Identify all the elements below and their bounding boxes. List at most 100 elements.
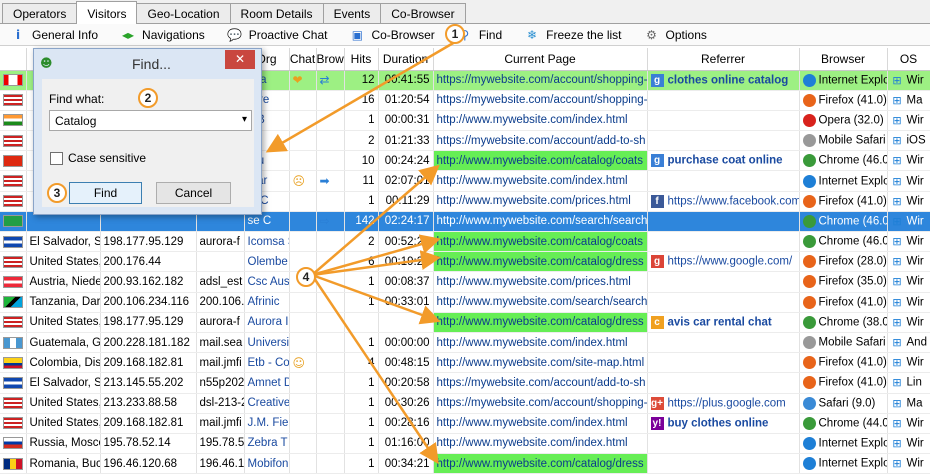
browser-text: Firefox (28.0) xyxy=(818,255,887,268)
browser-icon xyxy=(802,93,816,107)
hits-cell: 11 xyxy=(344,170,379,192)
snowflake-icon: ❄ xyxy=(527,27,538,42)
os-text: Wir xyxy=(906,74,924,87)
tab-operators[interactable]: Operators xyxy=(2,3,78,23)
referrer-icon: g+ xyxy=(650,396,664,410)
proactive-chat-button[interactable]: 💬 Proactive Chat xyxy=(217,24,340,46)
column-header-chat[interactable]: Chat xyxy=(289,48,317,71)
tab-visitors[interactable]: Visitors xyxy=(76,1,138,24)
duration-cell: 02:24:17 xyxy=(378,211,434,233)
referrer-icon: c xyxy=(650,315,664,329)
table-row[interactable]: El Salvador, Sa213.145.55.202n55p202Amne… xyxy=(0,372,930,394)
referrer-text[interactable]: https://plus.google.com xyxy=(668,397,786,409)
os-cell: ⊞ Wir xyxy=(887,271,930,293)
column-header-referrer[interactable]: Referrer xyxy=(647,48,800,71)
location-cell: United States, xyxy=(26,393,101,414)
table-row[interactable]: United States, 198.177.95.129 aurora-f Auro… xyxy=(0,312,930,333)
table-row[interactable]: Colombia, Dist 209.168.182.81 mail.jmfi Etb… xyxy=(0,352,930,374)
tab-bar: Operators Visitors Geo-Location Room Detail… xyxy=(0,0,930,24)
table-row[interactable]: Tanzania, Dar200.106.234.116200.106.234A… xyxy=(0,292,930,313)
browsing-icon xyxy=(316,332,345,354)
referrer-text[interactable]: https://www.facebook.com xyxy=(668,195,799,207)
column-header-hits[interactable]: Hits xyxy=(344,48,379,71)
freeze-the-list-button[interactable]: ❄ Freeze the list xyxy=(514,24,633,46)
column-header-duration[interactable]: Duration xyxy=(378,48,434,71)
duration-cell: 00:30:26 xyxy=(378,393,434,414)
browser-icon xyxy=(802,336,816,350)
column-header-flag[interactable] xyxy=(0,48,27,71)
browsing-icon xyxy=(316,453,345,474)
options-button[interactable]: ⚙ Options xyxy=(634,24,719,46)
browser-cell: Safari (9.0) xyxy=(799,393,888,414)
browser-icon xyxy=(802,235,816,249)
chevron-down-icon[interactable]: ▾ xyxy=(242,114,247,125)
os-icon: ⊞ xyxy=(892,416,902,430)
country-flag-icon xyxy=(3,94,23,107)
navigations-button[interactable]: ◂▸ Navigations xyxy=(110,24,217,46)
referrer-cell xyxy=(647,211,800,233)
tab-co-browser[interactable]: Co-Browser xyxy=(380,3,466,23)
duration-cell: 00:34:21 xyxy=(378,453,434,474)
table-row[interactable]: Romania, Bucu196.46.120.68196.46.1Mobifo… xyxy=(0,453,930,474)
table-row[interactable]: United States, 209.168.182.81 mail.jmfi J.M… xyxy=(0,413,930,434)
current-page-cell: http://www.mywebsite.com/index.html xyxy=(433,332,648,354)
find-what-combobox[interactable]: Catalog ▾ xyxy=(49,110,252,131)
general-info-button[interactable]: i General Info xyxy=(0,24,110,46)
os-icon: ⊞ xyxy=(892,255,902,269)
current-page-cell: http://www.mywebsite.com/catalog/dress xyxy=(433,312,648,333)
column-header-current-page[interactable]: Current Page xyxy=(433,48,648,71)
browser-cell: Chrome (38.0 xyxy=(799,312,888,333)
co-browser-button[interactable]: ▣ Co-Browser xyxy=(339,24,446,46)
referrer-text[interactable]: avis car rental chat xyxy=(668,316,772,328)
find-what-value: Catalog xyxy=(55,114,97,128)
referrer-text[interactable]: https://www.google.com/ xyxy=(668,256,793,268)
os-text: Wir xyxy=(906,175,924,188)
table-row[interactable]: United States, 200.176.44 Olembe 6 00:19:27 h… xyxy=(0,251,930,273)
referrer-text[interactable]: clothes online catalog xyxy=(668,74,789,86)
host-cell: aurora-f xyxy=(196,312,245,333)
tab-geo-location[interactable]: Geo-Location xyxy=(136,3,231,23)
tab-room-details[interactable]: Room Details xyxy=(229,3,324,23)
browser-icon xyxy=(802,214,816,228)
column-header-os[interactable]: OS xyxy=(887,48,930,71)
browser-cell: Mobile Safari xyxy=(799,332,888,354)
hits-cell: 1 xyxy=(344,271,379,293)
os-text: Wir xyxy=(906,114,924,127)
os-cell: ⊞ Wir xyxy=(887,231,930,253)
ip-cell: 209.168.182.81 xyxy=(100,352,197,374)
table-row[interactable]: Guatemala, Gu 200.228.181.182 mail.sea Univ… xyxy=(0,332,930,354)
current-page-cell: https://mywebsite.com/account/add-to-sh xyxy=(433,372,648,394)
host-cell xyxy=(196,251,245,273)
hits-cell: 2 xyxy=(344,130,379,152)
browsing-icon: ➡ xyxy=(316,170,345,192)
case-sensitive-checkbox[interactable] xyxy=(50,152,63,165)
browser-icon xyxy=(802,416,816,430)
ip-cell: 200.106.234.116 xyxy=(100,292,197,313)
browsing-icon xyxy=(316,292,345,313)
table-row[interactable]: United States, 213.233.88.58 dsl-213-2 Crea… xyxy=(0,393,930,414)
cancel-button[interactable]: Cancel xyxy=(156,182,231,204)
dialog-titlebar[interactable]: ☻ Find... ✕ xyxy=(34,49,261,77)
find-button[interactable]: Find xyxy=(69,182,142,204)
chat-icon xyxy=(289,110,317,132)
chat-icon: ❤ xyxy=(289,70,317,91)
table-row[interactable]: El Salvador, Sa198.177.95.129aurora-fIco… xyxy=(0,231,930,253)
table-row[interactable]: Russia, Mosco 195.78.52.14 195.78.5 Zebra T… xyxy=(0,433,930,455)
referrer-text[interactable]: buy clothes online xyxy=(668,417,769,429)
chat-icon xyxy=(289,312,317,333)
duration-cell: 00:28:16 xyxy=(378,413,434,434)
country-flag-icon xyxy=(3,296,23,309)
host-cell: mail.sea xyxy=(196,332,245,354)
tab-events[interactable]: Events xyxy=(322,3,382,23)
close-icon[interactable]: ✕ xyxy=(225,50,255,69)
browser-text: Chrome (46.0 xyxy=(818,235,887,248)
case-sensitive-label[interactable]: Case sensitive xyxy=(68,151,146,165)
column-header-brow[interactable]: Brow xyxy=(316,48,345,71)
referrer-text[interactable]: purchase coat online xyxy=(668,155,783,167)
table-row[interactable]: Austria, Niede 200.93.162.182 adsl_est Csc … xyxy=(0,271,930,293)
org-cell: Zebra T xyxy=(244,433,290,455)
hits-cell: 142 xyxy=(344,211,379,233)
hits-cell: 12 xyxy=(344,70,379,91)
os-text: Wir xyxy=(906,356,924,369)
column-header-browser[interactable]: Browser xyxy=(799,48,888,71)
